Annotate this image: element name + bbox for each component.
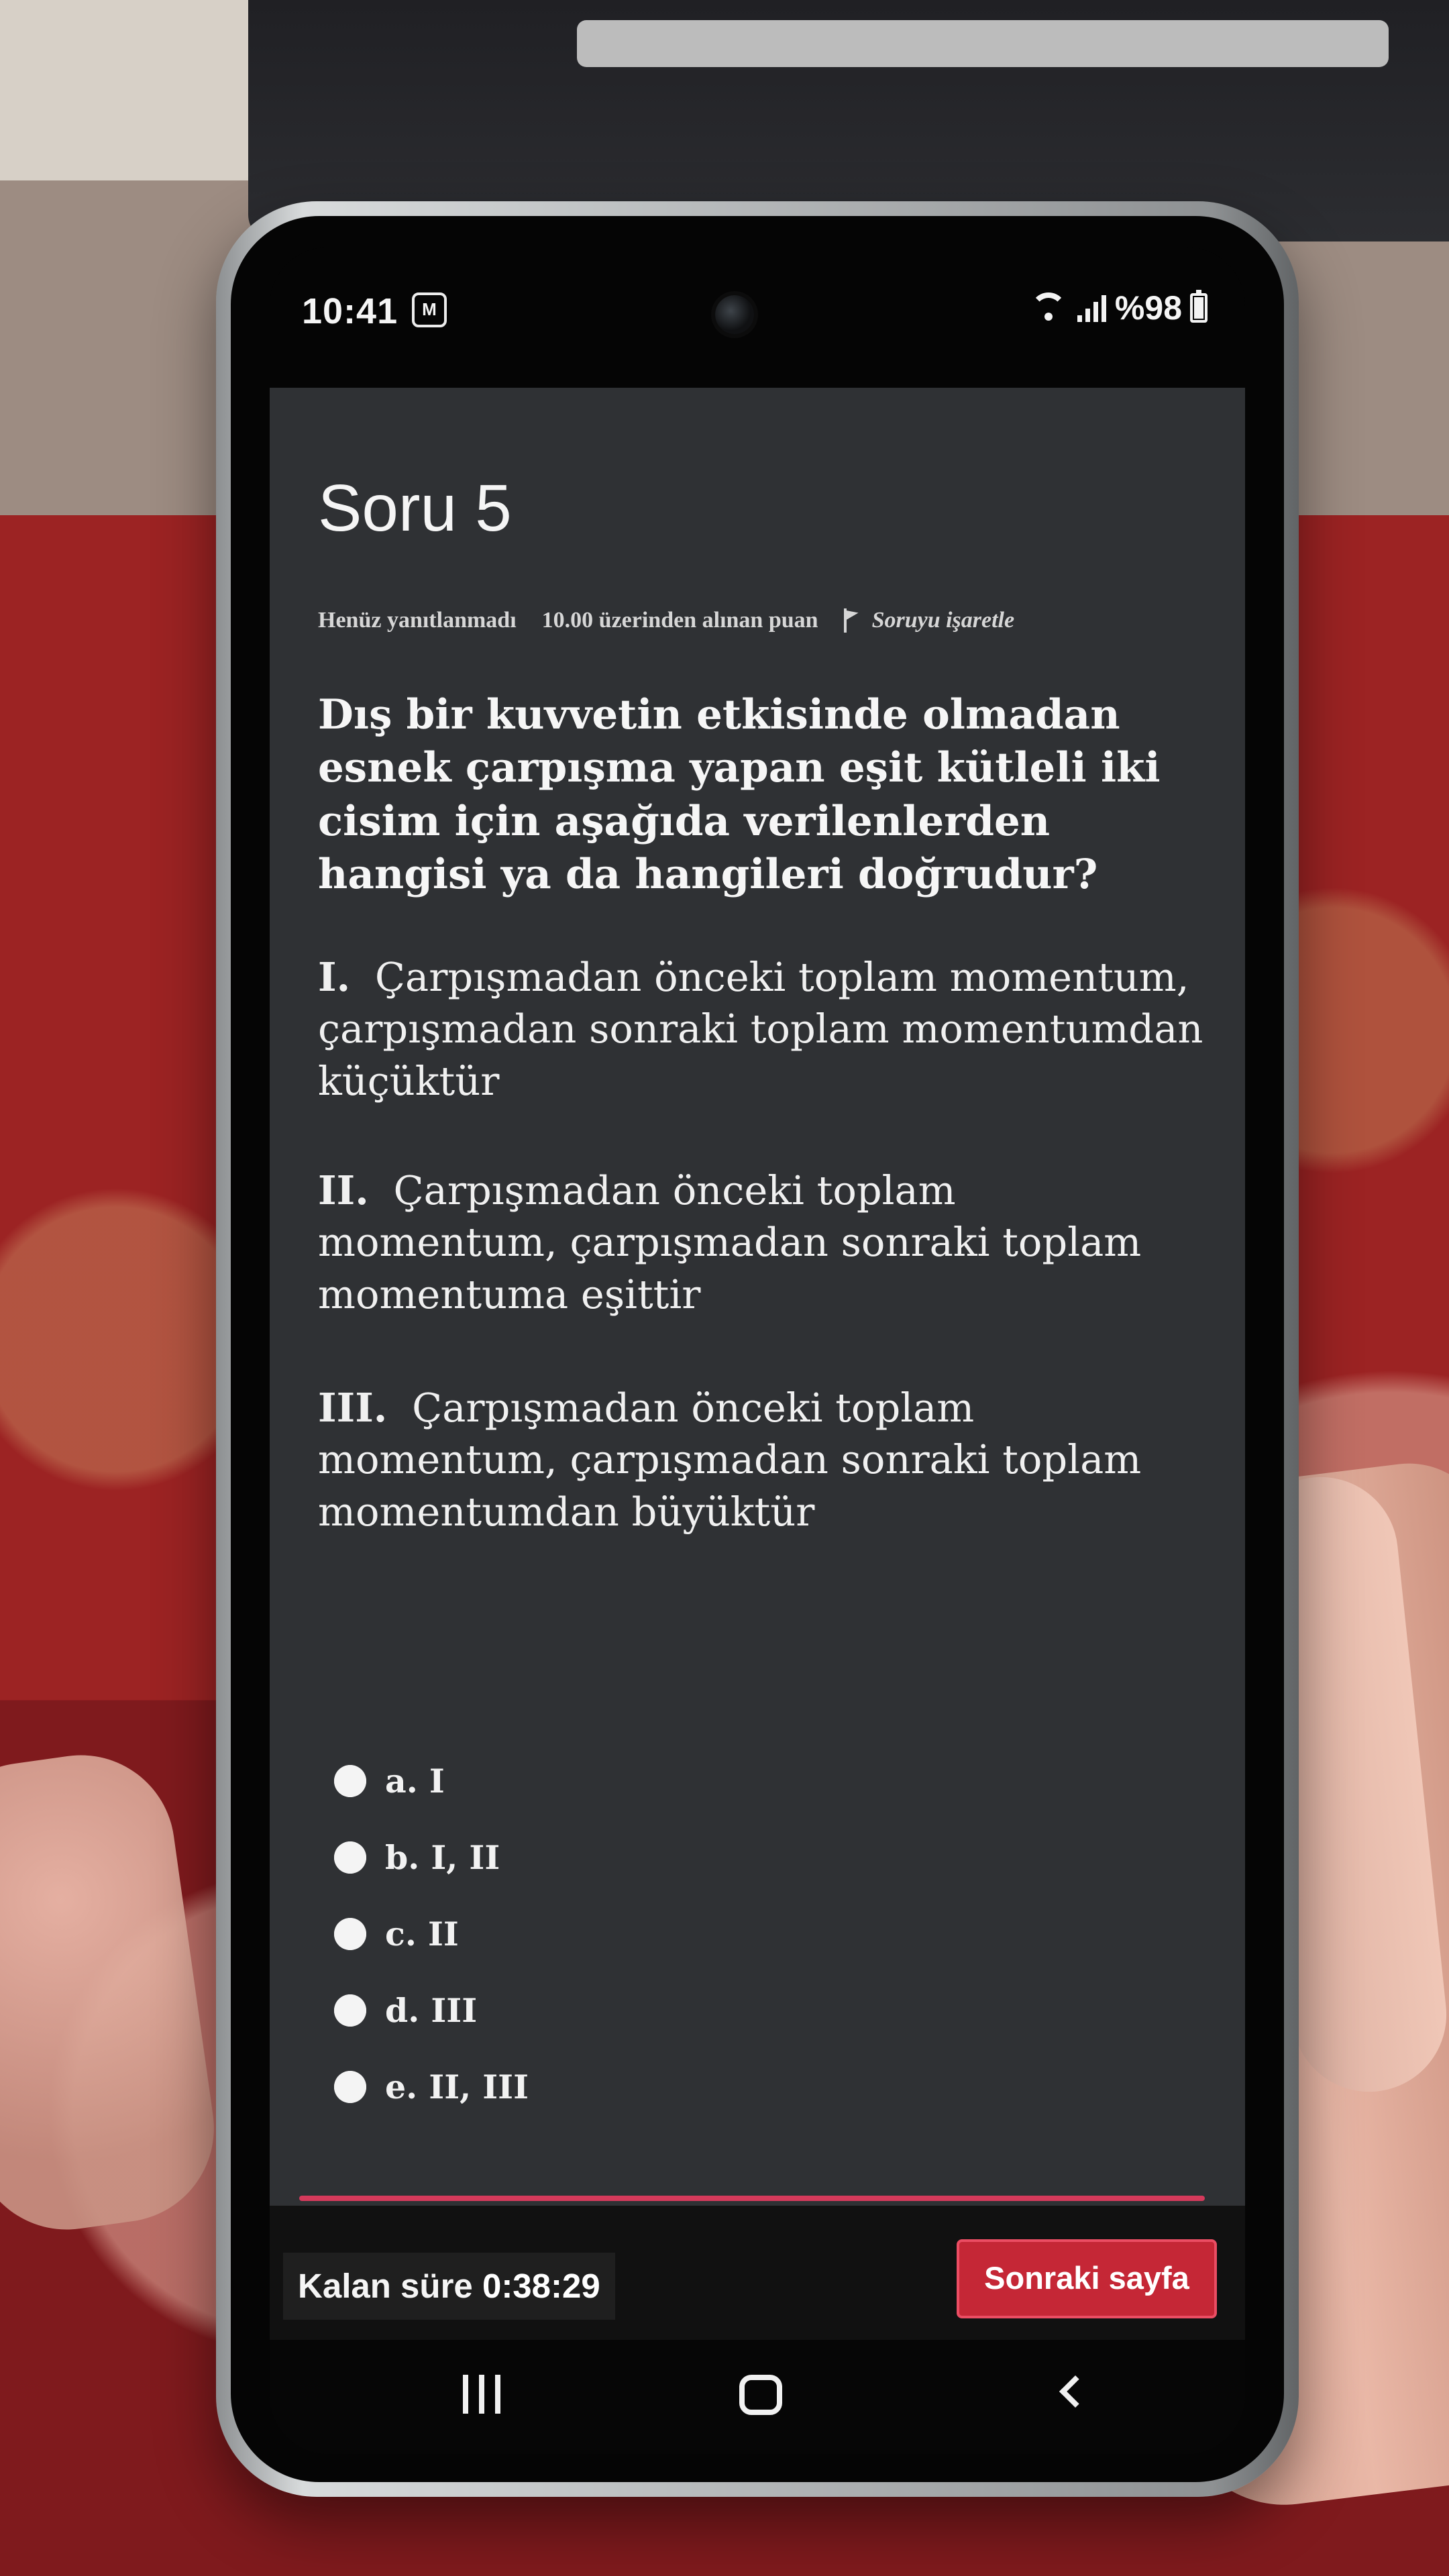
background-hand-left <box>0 1743 226 2242</box>
background-stand <box>577 20 1389 67</box>
answer-option-b[interactable]: b. I, II <box>334 1834 529 1881</box>
signal-icon <box>1077 294 1107 322</box>
answer-option-d[interactable]: d. III <box>334 1987 529 2034</box>
statement-iii: III. Çarpışmadan önceki toplam momentum,… <box>318 1382 1203 1538</box>
statement-ii-text: Çarpışmadan önceki toplam momentum, çarp… <box>318 1167 1142 1318</box>
home-icon[interactable] <box>739 2375 782 2415</box>
answer-option-e[interactable]: e. II, III <box>334 2063 529 2110</box>
question-prompt-part1: Dış bir kuvvetin etkisinde olmadan <box>318 691 1120 739</box>
statement-ii-number: II. <box>318 1167 369 1214</box>
phone-screen: 10:41 M %98 Soru 5 Henüz yanıtlanmadı 10… <box>270 247 1245 2454</box>
answer-label-e: e. II, III <box>385 2068 529 2106</box>
radio-button-icon[interactable] <box>334 1841 366 1874</box>
next-page-button[interactable]: Sonraki sayfa <box>957 2239 1217 2318</box>
answer-options: a. I b. I, II c. II d. III e. II, III <box>334 1758 529 2110</box>
question-points: 10.00 üzerinden alınan puan <box>541 608 818 633</box>
flag-icon <box>843 608 863 633</box>
question-prompt-emphasis: esnek çarpışma <box>318 744 676 792</box>
status-badge-icon: M <box>412 292 447 327</box>
status-time: 10:41 <box>302 291 398 331</box>
remaining-time: Kalan süre 0:38:29 <box>283 2253 615 2320</box>
statement-i-number: I. <box>318 954 351 1000</box>
front-camera <box>715 295 754 334</box>
phone-body: 10:41 M %98 Soru 5 Henüz yanıtlanmadı 10… <box>231 216 1284 2482</box>
question-meta: Henüz yanıtlanmadı 10.00 üzerinden alına… <box>318 608 1014 633</box>
radio-button-icon[interactable] <box>334 2071 366 2103</box>
quiz-content: Soru 5 Henüz yanıtlanmadı 10.00 üzerinde… <box>270 388 1245 2206</box>
photo-scene: 10:41 M %98 Soru 5 Henüz yanıtlanmadı 10… <box>0 0 1449 2576</box>
answer-label-d: d. III <box>385 1991 478 2030</box>
answer-label-b: b. I, II <box>385 1838 500 1877</box>
section-divider <box>299 2196 1205 2201</box>
statement-ii: II. Çarpışmadan önceki toplam momentum, … <box>318 1165 1203 1320</box>
radio-button-icon[interactable] <box>334 1918 366 1950</box>
answer-option-c[interactable]: c. II <box>334 1911 529 1957</box>
quiz-footer: Kalan süre 0:38:29 Sonraki sayfa <box>270 2206 1245 2454</box>
flag-question-label: Soruyu işaretle <box>871 608 1015 633</box>
statement-iii-number: III. <box>318 1385 388 1431</box>
flag-question-button[interactable]: Soruyu işaretle <box>843 608 1015 633</box>
statement-i: I. Çarpışmadan önceki toplam momentum, ç… <box>318 951 1203 1107</box>
answer-option-a[interactable]: a. I <box>334 1758 529 1805</box>
radio-button-icon[interactable] <box>334 1765 366 1797</box>
status-bar: 10:41 M %98 <box>270 247 1245 388</box>
statement-i-text: Çarpışmadan önceki toplam momentum, çarp… <box>318 954 1203 1104</box>
question-status: Henüz yanıtlanmadı <box>318 608 517 633</box>
status-icons: %98 <box>1028 288 1208 327</box>
phone-shell: 10:41 M %98 Soru 5 Henüz yanıtlanmadı 10… <box>216 201 1299 2497</box>
radio-button-icon[interactable] <box>334 1994 366 2027</box>
wifi-icon <box>1028 292 1069 323</box>
question-prompt: Dış bir kuvvetin etkisinde olmadan esnek… <box>318 688 1197 901</box>
remaining-time-value: 0:38:29 <box>482 2267 600 2305</box>
question-title: Soru 5 <box>318 471 512 545</box>
answer-label-a: a. I <box>385 1762 445 1801</box>
battery-icon <box>1190 290 1208 323</box>
recent-apps-icon[interactable] <box>463 2375 506 2415</box>
statement-iii-text: Çarpışmadan önceki toplam momentum, çarp… <box>318 1385 1142 1535</box>
battery-percentage: %98 <box>1114 289 1182 327</box>
remaining-time-label: Kalan süre <box>298 2267 473 2305</box>
back-icon[interactable] <box>1059 2375 1085 2415</box>
answer-label-c: c. II <box>385 1915 459 1953</box>
android-navigation-bar <box>270 2340 1245 2454</box>
